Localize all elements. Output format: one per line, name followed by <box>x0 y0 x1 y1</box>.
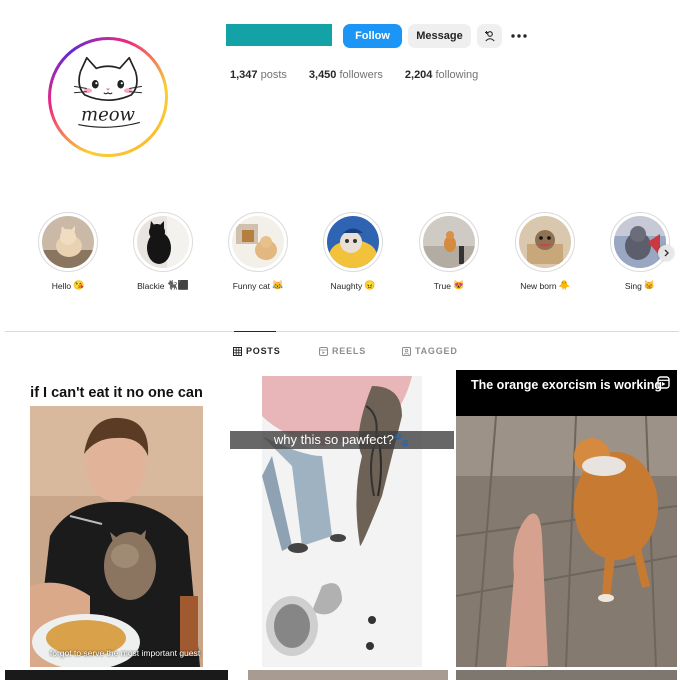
post-thumbnail-partial[interactable] <box>5 670 228 680</box>
highlight-label: Funny cat 😹 <box>232 280 284 291</box>
highlight-label: Naughty 😠 <box>330 280 376 291</box>
posts-count: 1,347 <box>230 69 258 81</box>
add-user-icon <box>484 31 495 42</box>
post-thumbnail[interactable]: why this so pawfect?🐾 <box>230 370 454 667</box>
followers-count: 3,450 <box>308 69 337 81</box>
post-subtitle: forgot to serve the most important guest <box>49 648 201 658</box>
highlight-cover <box>232 216 284 268</box>
username-redacted <box>226 24 332 46</box>
avatar-cat-illustration: meow <box>55 44 161 150</box>
highlight-ring <box>610 212 670 272</box>
highlight-hello[interactable]: Hello 😘 <box>36 212 100 291</box>
suggest-user-button[interactable] <box>477 24 502 48</box>
post-thumbnail[interactable]: The orange exorcism is working <box>456 370 677 667</box>
reel-icon <box>657 376 670 389</box>
post-image <box>456 416 677 667</box>
highlight-ring <box>419 212 479 272</box>
post-caption: if I can't eat it no one can <box>30 385 203 401</box>
highlights-next-button[interactable] <box>658 245 674 261</box>
follow-button[interactable]: Follow <box>343 24 402 48</box>
highlight-cover <box>42 216 94 268</box>
highlight-cover <box>614 216 666 268</box>
posts-label: posts <box>260 69 287 81</box>
highlight-label: Hello 😘 <box>51 280 85 291</box>
grid-icon <box>233 346 242 356</box>
tab-tagged-label: TAGGED <box>415 346 458 356</box>
stat-posts[interactable]: 1,347 posts <box>230 69 287 81</box>
post-caption: why this so pawfect?🐾 <box>230 431 454 449</box>
active-tab-indicator <box>234 331 276 332</box>
post-caption: The orange exorcism is working <box>470 378 663 392</box>
highlight-label: Sing 😸 <box>624 280 656 291</box>
tabs-divider <box>5 331 679 332</box>
highlight-funny-cat[interactable]: Funny cat 😹 <box>226 212 290 291</box>
highlight-true[interactable]: True 😻 <box>417 212 481 291</box>
tab-tagged[interactable]: TAGGED <box>402 346 458 356</box>
highlight-ring <box>515 212 575 272</box>
message-button[interactable]: Message <box>408 24 471 48</box>
highlight-cover <box>327 216 379 268</box>
chevron-right-icon <box>664 249 669 257</box>
profile-avatar[interactable]: meow <box>48 37 168 157</box>
tab-posts-label: POSTS <box>246 346 281 356</box>
avatar-frame: meow <box>51 40 165 154</box>
highlight-cover <box>137 216 189 268</box>
reels-icon <box>319 346 328 356</box>
more-options-icon[interactable] <box>510 29 528 43</box>
avatar-meow-text: meow <box>81 104 136 125</box>
highlight-blackie[interactable]: Blackie 🐈‍⬛⬛ <box>131 212 195 291</box>
highlight-ring <box>38 212 98 272</box>
highlight-cover <box>423 216 475 268</box>
following-label: following <box>435 69 479 81</box>
tab-reels[interactable]: REELS <box>319 346 366 356</box>
highlight-naughty[interactable]: Naughty 😠 <box>321 212 385 291</box>
post-thumbnail-partial[interactable] <box>248 670 448 680</box>
tagged-icon <box>402 346 411 356</box>
post-thumbnail-partial[interactable] <box>456 670 677 680</box>
highlight-ring <box>133 212 193 272</box>
post-image <box>262 376 422 667</box>
highlight-ring <box>228 212 288 272</box>
post-image <box>30 406 203 667</box>
highlight-label: New born 🐥 <box>520 280 570 291</box>
highlight-label: True 😻 <box>433 280 465 291</box>
stat-followers[interactable]: 3,450 followers <box>309 69 383 81</box>
highlight-cover <box>519 216 571 268</box>
followers-label: followers <box>339 69 383 81</box>
following-count: 2,204 <box>404 69 433 81</box>
profile-stats: 1,347 posts 3,450 followers 2,204 follow… <box>230 69 500 81</box>
post-thumbnail[interactable]: if I can't eat it no one can forgot to s… <box>5 370 228 667</box>
highlight-new-born[interactable]: New born 🐥 <box>513 212 577 291</box>
highlight-ring <box>323 212 383 272</box>
tab-reels-label: REELS <box>332 346 367 356</box>
stat-following[interactable]: 2,204 following <box>405 69 478 81</box>
highlight-label: Blackie 🐈‍⬛⬛ <box>137 280 189 291</box>
tab-posts[interactable]: POSTS <box>233 346 281 356</box>
